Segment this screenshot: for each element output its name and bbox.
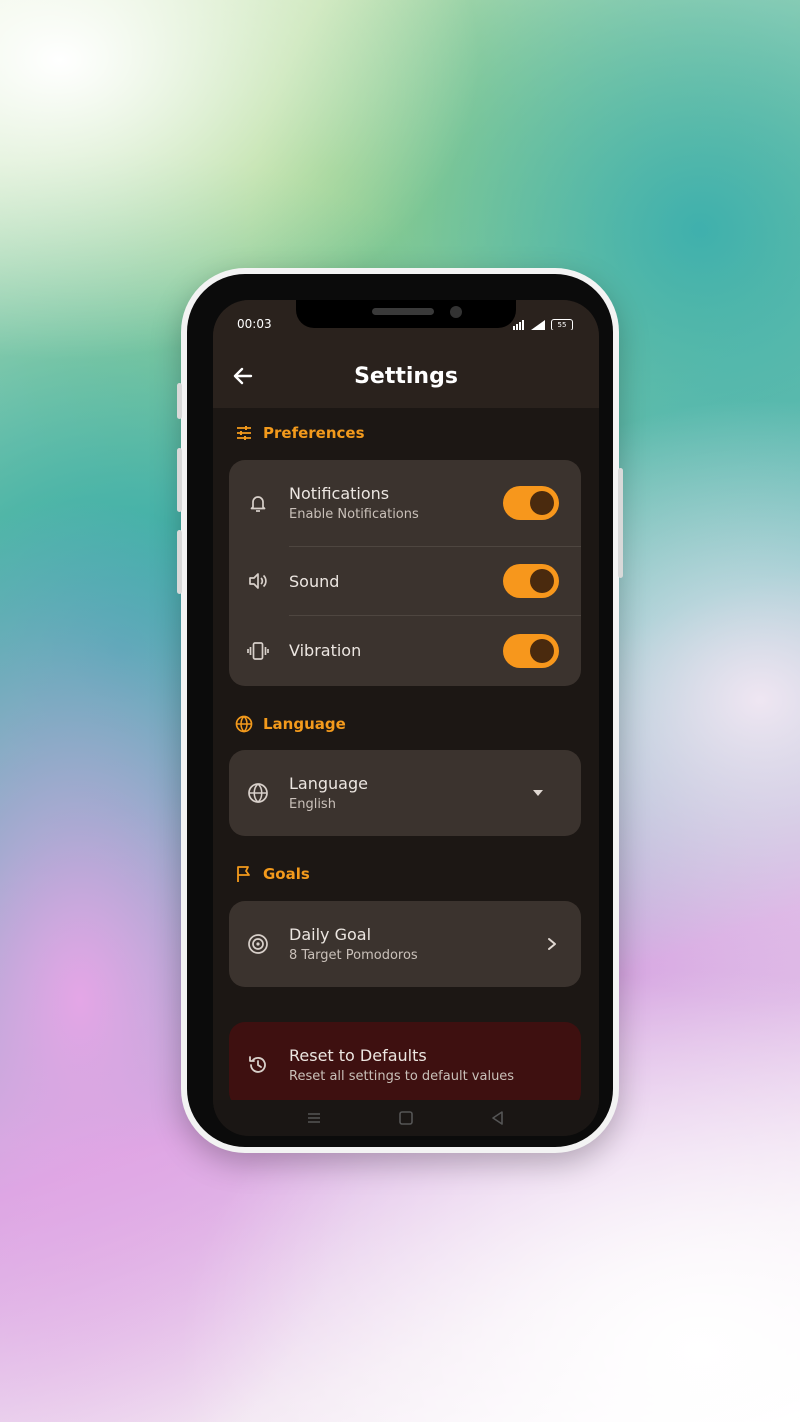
chevron-right-icon[interactable]: [547, 937, 557, 951]
section-goals: Goals: [235, 863, 310, 885]
history-icon: [249, 1056, 266, 1073]
phone-bezel: 00:03 55 Settings Preferences Notificati…: [187, 274, 613, 1147]
language-selector[interactable]: Language English: [229, 750, 581, 836]
phone-volume-up: [177, 448, 182, 512]
section-goals-title: Goals: [263, 865, 310, 883]
reset-subtitle: Reset all settings to default values: [289, 1069, 515, 1084]
camera-notch: [296, 300, 516, 328]
sound-toggle[interactable]: [503, 564, 559, 598]
vibration-toggle[interactable]: [503, 634, 559, 668]
sliders-icon: [237, 426, 251, 440]
page-title: Settings: [354, 364, 458, 389]
vibration-label: Vibration: [289, 641, 362, 660]
back-nav-icon[interactable]: [489, 1109, 507, 1127]
speaker-icon: [249, 573, 267, 589]
phone-power-button: [618, 468, 623, 578]
daily-goal-row[interactable]: Daily Goal 8 Target Pomodoros: [229, 901, 581, 987]
phone-volume-down: [177, 530, 182, 594]
phone-side-button: [177, 383, 182, 419]
battery-level: 55: [557, 321, 567, 329]
bell-icon: [250, 496, 266, 512]
sound-label: Sound: [289, 572, 340, 591]
goals-card: Daily Goal 8 Target Pomodoros: [229, 901, 581, 987]
notifications-subtitle: Enable Notifications: [289, 507, 419, 522]
system-nav-bar: [213, 1100, 599, 1136]
status-time: 00:03: [237, 317, 272, 331]
signal-icon: [531, 320, 545, 330]
globe-icon: [248, 783, 268, 803]
target-icon: [248, 934, 268, 954]
phone-frame: 00:03 55 Settings Preferences Notificati…: [177, 268, 623, 1153]
sound-row[interactable]: Sound: [229, 547, 581, 615]
language-label: Language: [289, 774, 368, 793]
reset-label: Reset to Defaults: [289, 1046, 427, 1065]
vibration-icon: [247, 642, 269, 660]
home-icon[interactable]: [397, 1109, 415, 1127]
reset-defaults-button[interactable]: Reset to Defaults Reset all settings to …: [229, 1022, 581, 1108]
notifications-label: Notifications: [289, 484, 390, 503]
caret-down-icon[interactable]: [531, 788, 545, 798]
language-value: English: [289, 797, 336, 812]
section-preferences-title: Preferences: [263, 424, 365, 442]
section-preferences: Preferences: [235, 422, 365, 444]
recents-icon[interactable]: [305, 1109, 323, 1127]
app-screen: 00:03 55 Settings Preferences Notificati…: [213, 300, 599, 1136]
globe-icon: [235, 715, 253, 733]
section-language: Language: [235, 713, 346, 735]
app-bar: Settings: [213, 330, 599, 408]
toggle-knob: [530, 491, 554, 515]
vibration-row[interactable]: Vibration: [229, 616, 581, 686]
daily-goal-label: Daily Goal: [289, 925, 372, 944]
preferences-card: Notifications Enable Notifications Sound: [229, 460, 581, 686]
flag-icon: [237, 866, 250, 882]
notifications-toggle[interactable]: [503, 486, 559, 520]
language-card: Language English: [229, 750, 581, 836]
earpiece: [372, 308, 434, 315]
notifications-row[interactable]: Notifications Enable Notifications: [229, 460, 581, 546]
toggle-knob: [530, 639, 554, 663]
toggle-knob: [530, 569, 554, 593]
section-language-title: Language: [263, 715, 346, 733]
network-icon: [513, 320, 524, 330]
front-camera: [450, 306, 462, 318]
daily-goal-subtitle: 8 Target Pomodoros: [289, 948, 418, 963]
